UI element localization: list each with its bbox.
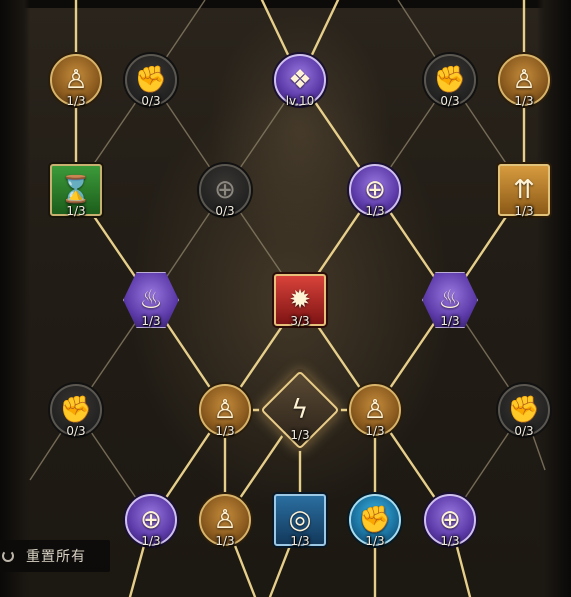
crosshair-icon: ⊕ [439,505,461,535]
crosshair-icon: ⊕ [214,175,236,205]
target-icon: ◎ [288,505,312,535]
flexed-arm-icon: ✊ [134,65,168,95]
skill-level-label: 1/3 [215,424,235,438]
skill-level-label: 0/3 [141,94,161,108]
winged-emblem-icon: ❖ [288,65,312,95]
skill-level-label: 1/3 [141,534,161,548]
skill-tree-panel: ♙ 1/3 ✊ 0/3 ❖ lv.10 ✊ 0/3 ♙ 1/3 ⌛ 1/3 ⊕ 0/3 ⊕ 1/3 ⇈ 1/3 ♨ 1… [0,0,571,597]
hourglass-icon: ⌛ [59,175,93,205]
skill-level-label: 1/3 [66,204,86,218]
humanoid-figure-icon: ♙ [512,65,536,95]
reset-icon [2,550,14,562]
skill-level-label: 3/3 [290,314,310,328]
arrows-up-icon: ⇈ [513,175,535,205]
crosshair-icon: ⊕ [364,175,386,205]
humanoid-figure-icon: ♙ [213,395,237,425]
reset-all-label: 重置所有 [26,549,86,565]
flame-sigil-icon: ϟ [291,395,309,425]
skill-level-label: 1/3 [290,534,310,548]
skill-level-label: 1/3 [365,424,385,438]
flexed-arm-icon: ✊ [358,505,392,535]
demon-mask-icon: ✹ [289,285,311,315]
burning-figure-icon: ♨ [139,285,163,315]
humanoid-figure-icon: ♙ [213,505,237,535]
reset-all-button[interactable]: 重置所有 [0,540,110,572]
burning-figure-icon: ♨ [438,285,462,315]
crosshair-icon: ⊕ [140,505,162,535]
skill-level-label: 0/3 [440,94,460,108]
skill-level-label: 0/3 [66,424,86,438]
skill-level-label: 1/3 [365,204,385,218]
humanoid-figure-icon: ♙ [64,65,88,95]
skill-level-label: 1/3 [365,534,385,548]
skill-level-label: 1/3 [141,314,161,328]
skill-level-label: 1/3 [514,204,534,218]
skill-level-label: 0/3 [215,204,235,218]
flexed-arm-icon: ✊ [507,395,541,425]
flexed-arm-icon: ✊ [59,395,93,425]
flexed-arm-icon: ✊ [433,65,467,95]
skill-level-label: 1/3 [290,428,310,442]
skill-level-label: 1/3 [66,94,86,108]
humanoid-figure-icon: ♙ [363,395,387,425]
skill-level-label: 1/3 [215,534,235,548]
skill-level-label: 1/3 [440,314,460,328]
skill-level-label: 0/3 [514,424,534,438]
skill-level-label: 1/3 [440,534,460,548]
skill-level-label: lv.10 [285,94,315,108]
skill-level-label: 1/3 [514,94,534,108]
